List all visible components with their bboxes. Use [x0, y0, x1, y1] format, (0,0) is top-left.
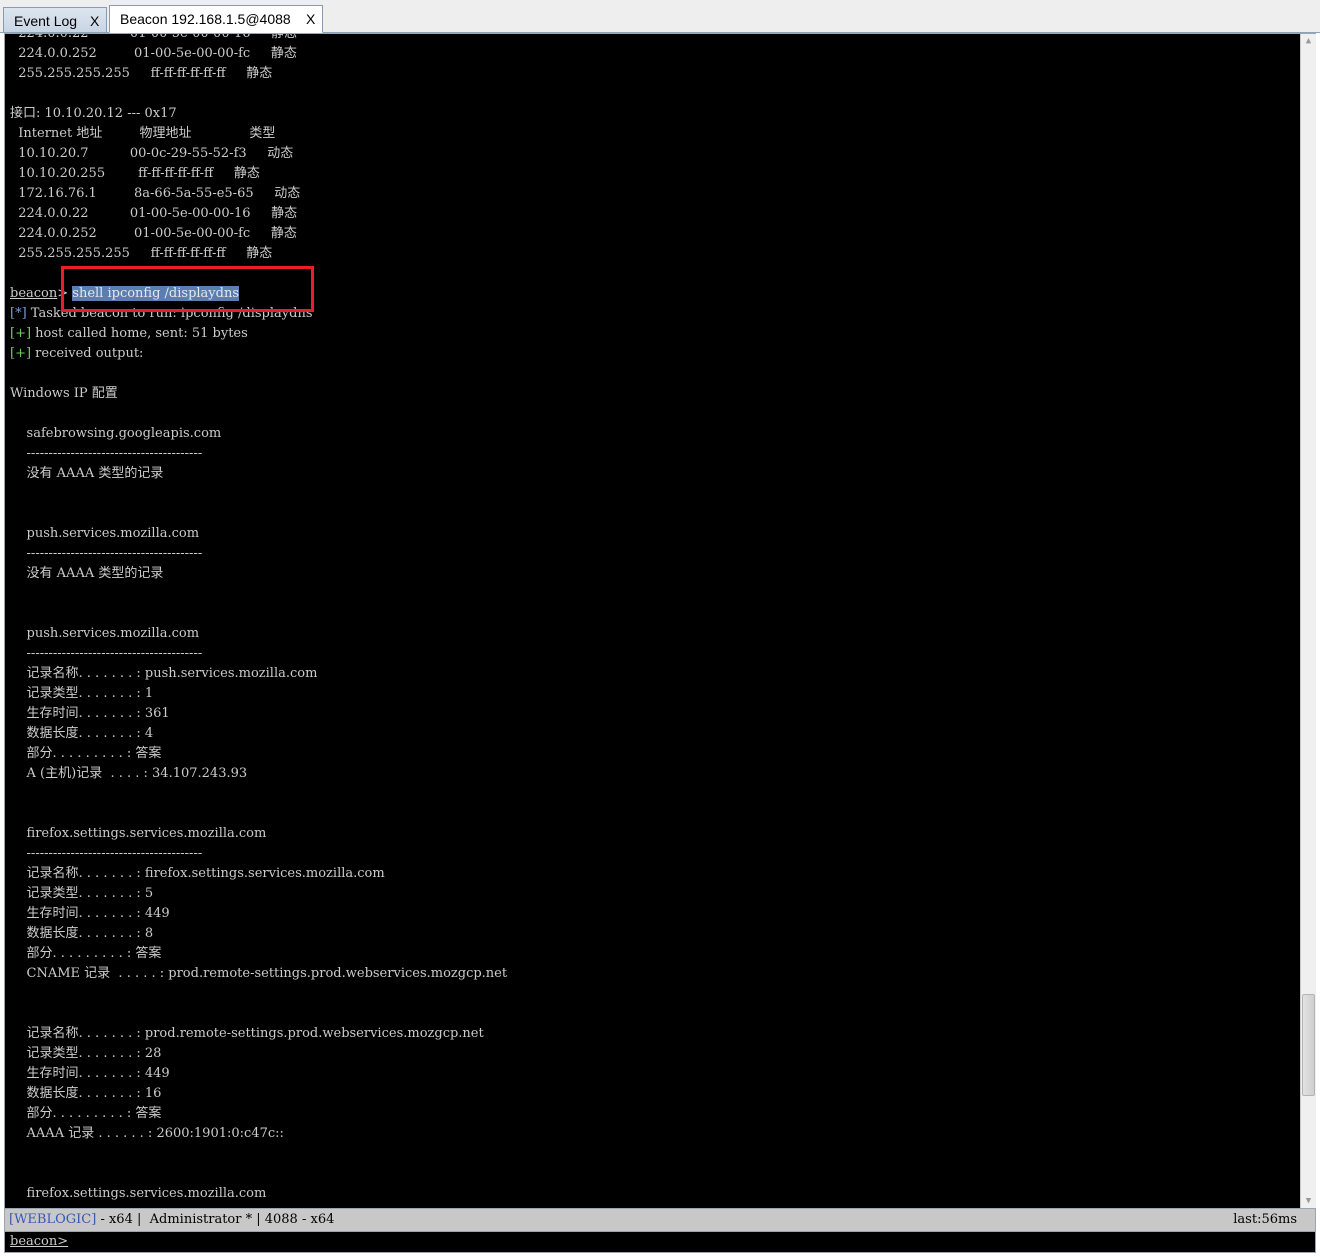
console-line: 接口: 10.10.20.12 --- 0x17: [10, 106, 177, 121]
console-line: 记录类型. . . . . . . : 5: [10, 886, 154, 901]
console-line: 数据长度. . . . . . . : 4: [10, 726, 154, 741]
console-line: push.services.mozilla.com: [10, 626, 200, 641]
scroll-down-icon[interactable]: ▼: [1303, 1196, 1314, 1206]
received-text: received output:: [31, 346, 144, 361]
console-line: AAAA 记录 . . . . . . : 2600:1901:0:c47c::: [10, 1126, 284, 1141]
console-line: 生存时间. . . . . . . : 449: [10, 1066, 170, 1081]
console-text: 224.0.0.22 01-00-5e-00-00-16 静态 224.0.0.…: [10, 34, 1295, 1204]
console-line: 记录名称. . . . . . . : prod.remote-settings…: [10, 1026, 484, 1041]
status-left: [WEBLOGIC] - x64 | Administrator * | 408…: [9, 1209, 334, 1231]
console-line: 数据长度. . . . . . . : 16: [10, 1086, 162, 1101]
console-line: 部分. . . . . . . . . : 答案: [10, 1106, 162, 1121]
console-line: firefox.settings.services.mozilla.com: [10, 826, 267, 841]
console-line: [+] host called home, sent: 51 bytes: [10, 324, 1295, 344]
console-line: push.services.mozilla.com: [10, 526, 200, 541]
console-line: 224.0.0.22 01-00-5e-00-00-16 静态: [10, 34, 1295, 44]
console-line: 生存时间. . . . . . . : 449: [10, 906, 170, 921]
input-prompt: beacon>: [10, 1234, 69, 1249]
console-line: 没有 AAAA 类型的记录: [10, 466, 164, 481]
status-info: - x64 | Administrator * | 4088 - x64: [96, 1212, 335, 1227]
console-line: ----------------------------------------: [10, 846, 203, 861]
console-line: 224.0.0.252 01-00-5e-00-00-fc 静态: [10, 226, 297, 241]
console-line: ----------------------------------------: [10, 446, 203, 461]
console-line: 记录名称. . . . . . . : push.services.mozill…: [10, 666, 318, 681]
vertical-scrollbar[interactable]: ▲ ▼: [1300, 34, 1316, 1208]
console-line: firefox.settings.services.mozilla.com: [10, 1186, 267, 1201]
tab-label: Event Log: [14, 13, 78, 29]
console-line: [+] received output:: [10, 344, 1295, 364]
console-line: 部分. . . . . . . . . : 答案: [10, 946, 162, 961]
console-line: 224.0.0.252 01-00-5e-00-00-fc 静态: [10, 46, 297, 61]
status-bar: [WEBLOGIC] - x64 | Administrator * | 408…: [4, 1209, 1316, 1231]
host-marker: [+]: [10, 326, 32, 341]
console-line: safebrowsing.googleapis.com: [10, 426, 222, 441]
status-last-checkin: last:56ms: [1233, 1212, 1297, 1227]
console-line: 255.255.255.255 ff-ff-ff-ff-ff-ff 静态: [10, 246, 273, 261]
console-line: 数据长度. . . . . . . : 8: [10, 926, 154, 941]
console-line: [*] Tasked beacon to run: ipconfig /disp…: [10, 304, 1295, 324]
console-line: 记录类型. . . . . . . : 1: [10, 686, 154, 701]
console-line: ----------------------------------------: [10, 546, 203, 561]
tasked-text: Tasked beacon to run: ipconfig /displayd…: [26, 306, 313, 321]
console-line: ----------------------------------------: [10, 646, 203, 661]
console-line: 10.10.20.7 00-0c-29-55-52-f3 动态: [10, 146, 294, 161]
command-input[interactable]: [69, 1233, 1299, 1251]
tab-event-log[interactable]: Event Log X: [3, 7, 107, 32]
console-line: 255.255.255.255 ff-ff-ff-ff-ff-ff 静态: [10, 66, 273, 81]
scroll-up-icon[interactable]: ▲: [1303, 36, 1314, 46]
close-tab-icon[interactable]: X: [90, 8, 99, 34]
tab-label: Beacon 192.168.1.5@4088: [120, 11, 291, 27]
close-tab-icon[interactable]: X: [306, 6, 315, 32]
console-line: 224.0.0.22 01-00-5e-00-00-16 静态: [10, 206, 298, 221]
console-line: Windows IP 配置: [10, 386, 118, 401]
console-line: 生存时间. . . . . . . : 361: [10, 706, 170, 721]
console-output[interactable]: 224.0.0.22 01-00-5e-00-00-16 静态 224.0.0.…: [5, 34, 1299, 1208]
selected-command: shell ipconfig /displaydns: [72, 286, 240, 301]
console-line: A (主机)记录 . . . . : 34.107.243.93: [10, 766, 248, 781]
status-tag: [WEBLOGIC]: [9, 1212, 97, 1227]
console-line: 10.10.20.255 ff-ff-ff-ff-ff-ff 静态: [10, 166, 260, 181]
console-prompt: beacon: [10, 286, 58, 301]
tab-beacon[interactable]: Beacon 192.168.1.5@4088 X: [109, 5, 323, 33]
received-marker: [+]: [10, 346, 32, 361]
console-line: 172.16.76.1 8a-66-5a-55-e5-65 动态: [10, 186, 301, 201]
console-prompt-sep: >: [57, 286, 73, 301]
tasked-marker: [*]: [10, 306, 27, 321]
console-command-line: beacon> shell ipconfig /displaydns: [10, 284, 1295, 304]
beacon-console-frame: 224.0.0.22 01-00-5e-00-00-16 静态 224.0.0.…: [4, 33, 1316, 1209]
command-input-bar: beacon>: [4, 1231, 1316, 1253]
console-line: 记录名称. . . . . . . : firefox.settings.ser…: [10, 866, 385, 881]
host-text: host called home, sent: 51 bytes: [31, 326, 248, 341]
console-line: CNAME 记录 . . . . . : prod.remote-setting…: [10, 966, 508, 981]
scrollbar-thumb[interactable]: [1302, 994, 1315, 1096]
console-line: 记录类型. . . . . . . : 28: [10, 1046, 162, 1061]
console-line: 部分. . . . . . . . . : 答案: [10, 746, 162, 761]
console-line: 没有 AAAA 类型的记录: [10, 566, 164, 581]
console-line: Internet 地址 物理地址 类型: [10, 126, 276, 141]
tab-bar: Event Log X Beacon 192.168.1.5@4088 X: [0, 0, 1320, 33]
